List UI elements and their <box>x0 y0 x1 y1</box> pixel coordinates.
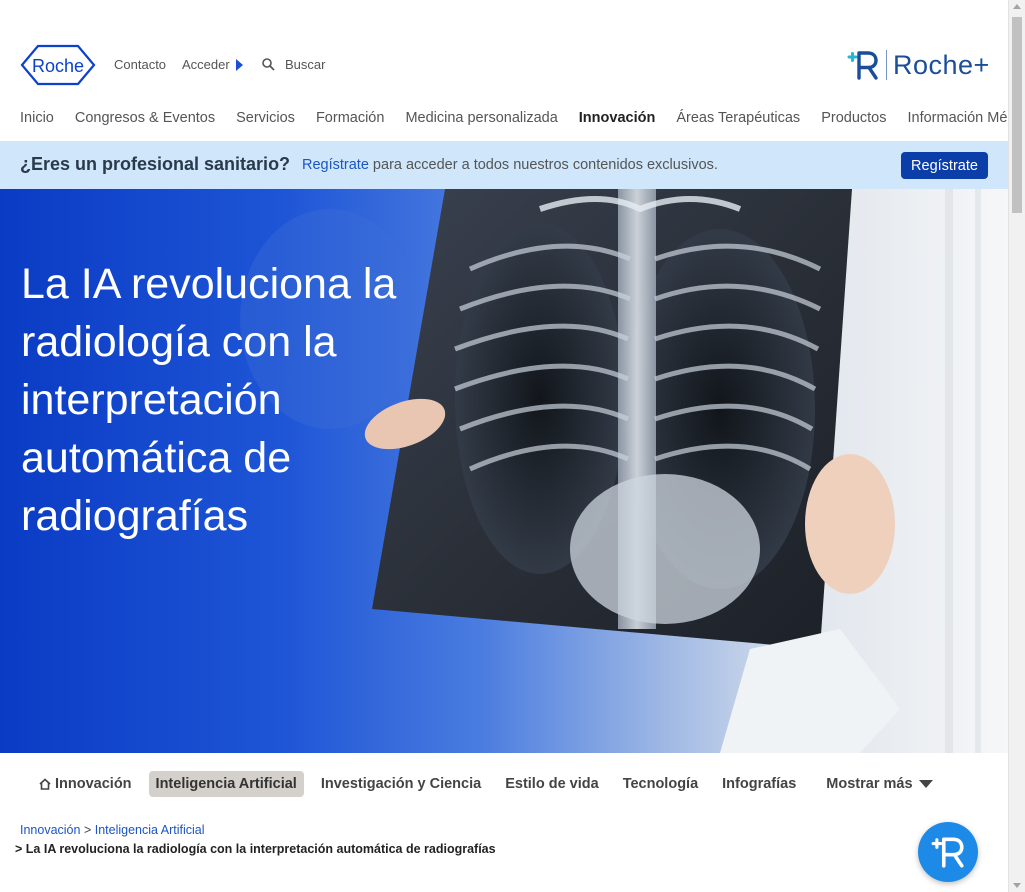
nav-item-productos[interactable]: Productos <box>821 110 886 126</box>
nav-item-medicina-personalizada[interactable]: Medicina personalizada <box>405 110 557 126</box>
roche-plus-divider <box>886 50 887 80</box>
breadcrumb-current-label: La IA revoluciona la radiología con la i… <box>25 842 496 856</box>
tab-investigacion-ciencia[interactable]: Investigación y Ciencia <box>314 771 488 797</box>
roche-plus-floating-button[interactable] <box>918 822 978 882</box>
breadcrumb-innovacion[interactable]: Innovación <box>20 823 80 837</box>
nav-item-servicios[interactable]: Servicios <box>236 110 295 126</box>
nav-item-innovacion[interactable]: Innovación <box>579 110 656 126</box>
tab-investigacion-ciencia-label: Investigación y Ciencia <box>320 776 482 792</box>
roche-plus-logo[interactable]: Roche+ <box>846 48 990 82</box>
home-icon <box>39 778 51 790</box>
roche-plus-r-icon <box>847 51 878 80</box>
show-more-button[interactable]: Mostrar más <box>819 771 939 797</box>
banner-register-link[interactable]: Regístrate <box>302 157 369 173</box>
banner-text: para acceder a todos nuestros contenidos… <box>368 157 718 173</box>
show-more-label: Mostrar más <box>826 776 913 792</box>
hero-banner: La IA revoluciona la radiología con la i… <box>0 189 1008 753</box>
roche-logo-text: Roche <box>32 56 84 76</box>
breadcrumb: Innovación > Inteligencia Artificial <box>20 823 205 837</box>
tab-infografias[interactable]: Infografías <box>715 771 803 797</box>
tab-tecnologia[interactable]: Tecnología <box>616 771 705 797</box>
register-button[interactable]: Regístrate <box>901 152 988 179</box>
tab-infografias-label: Infografías <box>722 776 797 792</box>
tab-innovacion[interactable]: Innovación <box>32 771 139 797</box>
search-icon <box>262 58 275 71</box>
scroll-down-icon[interactable] <box>1013 883 1021 888</box>
contact-link[interactable]: Contacto <box>114 57 166 72</box>
professional-banner: ¿Eres un profesional sanitario? Regístra… <box>0 141 1008 189</box>
breadcrumb-inteligencia-artificial[interactable]: Inteligencia Artificial <box>95 823 205 837</box>
tab-estilo-de-vida-label: Estilo de vida <box>505 776 599 792</box>
hero-title: La IA revoluciona la radiología con la i… <box>21 260 397 540</box>
scroll-thumb[interactable] <box>1012 17 1022 213</box>
tab-estilo-de-vida[interactable]: Estilo de vida <box>498 771 605 797</box>
roche-plus-text: Roche+ <box>893 49 990 80</box>
site-header: Roche Contacto Acceder Buscar Roche+ Ini… <box>0 0 1025 140</box>
breadcrumb-current: > La IA revoluciona la radiología con la… <box>15 842 496 856</box>
nav-item-inicio[interactable]: Inicio <box>20 110 54 126</box>
caret-down-icon <box>918 780 933 788</box>
tab-inteligencia-artificial[interactable]: Inteligencia Artificial <box>148 771 304 797</box>
breadcrumb-separator-current: > <box>15 842 23 856</box>
caret-right-icon <box>235 58 243 71</box>
roche-logo[interactable]: Roche <box>20 44 96 86</box>
nav-item-formacion[interactable]: Formación <box>316 110 385 126</box>
scroll-up-icon[interactable] <box>1013 4 1021 9</box>
main-nav: Inicio Congresos & Eventos Servicios For… <box>20 110 1025 126</box>
category-tabs: Innovación Inteligencia Artificial Inves… <box>32 771 950 797</box>
roche-plus-r-icon <box>931 837 964 868</box>
nav-item-areas-terapeuticas[interactable]: Áreas Terapéuticas <box>676 110 800 126</box>
tab-innovacion-label: Innovación <box>55 776 132 792</box>
login-link[interactable]: Acceder <box>182 57 243 72</box>
contact-label: Contacto <box>114 57 167 72</box>
banner-message: Regístrate para acceder a todos nuestros… <box>302 157 718 173</box>
tab-inteligencia-artificial-label: Inteligencia Artificial <box>155 776 297 792</box>
search-label: Buscar <box>285 57 326 72</box>
login-label: Acceder <box>182 57 230 72</box>
page-scrollbar[interactable] <box>1008 0 1025 892</box>
tab-tecnologia-label: Tecnología <box>622 776 699 792</box>
banner-question: ¿Eres un profesional sanitario? <box>20 154 291 174</box>
nav-item-congresos[interactable]: Congresos & Eventos <box>75 110 215 126</box>
breadcrumb-separator: > <box>83 823 92 837</box>
search-link[interactable]: Buscar <box>262 57 325 72</box>
